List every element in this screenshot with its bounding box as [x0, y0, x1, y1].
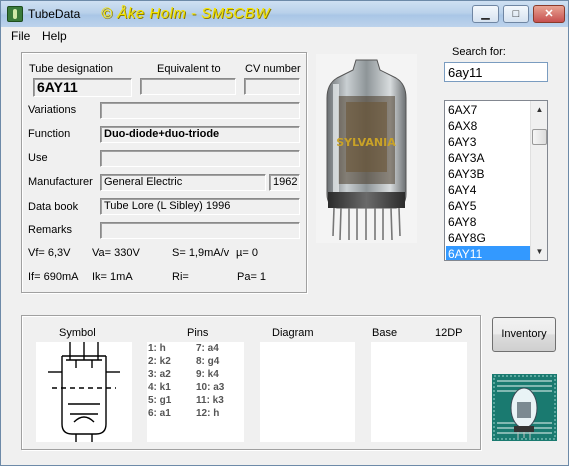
param-mu: µ= 0 [236, 247, 258, 259]
pin-entry: 8: g4 [196, 356, 220, 367]
pin-entry: 10: a3 [196, 382, 225, 393]
list-scrollbar[interactable]: ▲ ▼ [530, 101, 547, 260]
scroll-thumb[interactable] [532, 129, 547, 145]
tube-designation-field[interactable]: 6AY11 [33, 78, 132, 97]
tube-designation-label: Tube designation [29, 63, 113, 75]
pin-entry: 1: h [148, 343, 166, 354]
tube-listbox[interactable]: 6AX7 6AX8 6AY3 6AY3A 6AY3B 6AY4 6AY5 6AY8 6AY8G 6… [444, 100, 548, 261]
scroll-up-icon[interactable]: ▲ [531, 101, 547, 118]
pin-entry: 2: k2 [148, 356, 171, 367]
symbol-label: Symbol [59, 327, 96, 339]
menu-help[interactable]: Help [42, 29, 67, 43]
data-book-label: Data book [28, 201, 79, 213]
year-field[interactable]: 1962 [269, 174, 300, 191]
sylvania-logo-text: SYLVANIA [336, 136, 396, 149]
base-label: Base [372, 327, 398, 339]
tube-app-icon [7, 6, 23, 22]
scroll-down-icon[interactable]: ▼ [531, 243, 547, 260]
pin-entry: 4: k1 [148, 382, 171, 393]
title-credit: © Åke Holm - SM5CBW [101, 5, 270, 22]
pin-entry: 7: a4 [196, 343, 219, 354]
minimize-icon: ▁ [481, 8, 490, 20]
tube-logo-icon [492, 374, 557, 441]
pin-entry: 12: h [196, 408, 220, 419]
pin-entry: 11: k3 [196, 395, 224, 406]
cv-number-label: CV number [245, 63, 301, 75]
list-item[interactable]: 6AX8 [446, 118, 531, 134]
list-item[interactable]: 6AX7 [446, 102, 531, 118]
search-for-label: Search for: [452, 46, 506, 58]
close-button[interactable]: ✕ [533, 5, 565, 23]
variations-label: Variations [28, 104, 77, 116]
minimize-button[interactable]: ▁ [472, 5, 499, 23]
manufacturer-label: Manufacturer [28, 176, 93, 188]
diagram-panel [260, 342, 355, 442]
list-item[interactable]: 6AY4 [446, 182, 531, 198]
param-ri: Ri= [172, 271, 189, 283]
list-item[interactable]: 6AY11 [446, 246, 531, 260]
tube-photo: SYLVANIA [316, 54, 417, 243]
pin-entry: 5: g1 [148, 395, 172, 406]
remarks-field[interactable] [100, 222, 300, 239]
pin-entry: 6: a1 [148, 408, 171, 419]
pins-panel: 1: h 2: k2 3: a2 4: k1 5: g1 6: a1 7: a4 8: g4… [147, 342, 244, 442]
title-bar[interactable]: TubeData © Åke Holm - SM5CBW ▁ □ ✕ [1, 1, 568, 27]
cv-number-field[interactable] [244, 78, 300, 95]
close-icon: ✕ [544, 8, 554, 20]
param-vf: Vf= 6,3V [28, 247, 71, 259]
equivalent-to-label: Equivalent to [157, 63, 221, 75]
maximize-button[interactable]: □ [503, 5, 529, 23]
list-item[interactable]: 6AY5 [446, 198, 531, 214]
list-item[interactable]: 6AY8 [446, 214, 531, 230]
param-pa: Pa= 1 [237, 271, 267, 283]
param-va: Va= 330V [92, 247, 140, 259]
manufacturer-field[interactable]: General Electric [100, 174, 266, 191]
equivalent-field[interactable] [140, 78, 236, 95]
symbol-panel [36, 342, 132, 442]
use-field[interactable] [100, 150, 300, 167]
function-label: Function [28, 128, 71, 140]
use-label: Use [28, 152, 48, 164]
data-book-field[interactable]: Tube Lore (L Sibley) 1996 [100, 198, 300, 215]
app-window: TubeData © Åke Holm - SM5CBW ▁ □ ✕ File … [0, 0, 569, 466]
param-if: If= 690mA [28, 271, 79, 283]
list-item[interactable]: 6AY3 [446, 134, 531, 150]
pin-entry: 3: a2 [148, 369, 171, 380]
maximize-icon: □ [512, 8, 520, 20]
list-item[interactable]: 6AY3A [446, 150, 531, 166]
pin-entry: 9: k4 [196, 369, 219, 380]
list-item[interactable]: 6AY8G [446, 230, 531, 246]
base-type-label: 12DP [435, 327, 463, 339]
base-panel [371, 342, 467, 442]
param-s: S= 1,9mA/v [172, 247, 230, 259]
function-field[interactable]: Duo-diode+duo-triode [100, 126, 300, 143]
remarks-label: Remarks [28, 224, 73, 236]
menu-bar: File Help [1, 27, 568, 46]
tube-logo-picture[interactable] [492, 374, 557, 441]
menu-file[interactable]: File [11, 29, 30, 43]
tube-symbol-icon [48, 342, 120, 442]
pins-label: Pins [187, 327, 209, 339]
diagram-label: Diagram [272, 327, 314, 339]
variations-field[interactable] [100, 102, 300, 119]
inventory-button[interactable]: Inventory [492, 317, 556, 352]
search-input[interactable] [444, 62, 548, 82]
window-title: TubeData [28, 7, 81, 21]
list-item[interactable]: 6AY3B [446, 166, 531, 182]
param-ik: Ik= 1mA [92, 271, 133, 283]
vacuum-tube-image: SYLVANIA [316, 54, 417, 243]
